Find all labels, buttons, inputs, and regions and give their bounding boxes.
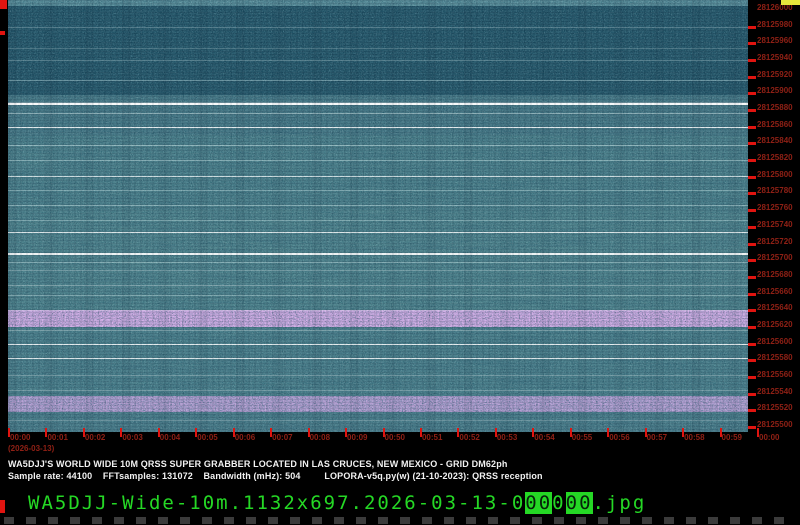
station-info-line2: Sample rate: 44100 FFTsamples: 131072 Ba… — [8, 471, 543, 481]
filename-digit: 0 — [552, 492, 566, 514]
time-tick-label: 00:01 — [47, 433, 68, 442]
filename-digit: 0 — [579, 492, 593, 514]
footer-block — [4, 517, 14, 524]
edge-marker-left — [0, 31, 5, 35]
footer-block — [554, 517, 564, 524]
corner-marker-bottom-left — [0, 500, 5, 513]
time-tick-label: 00:59 — [721, 433, 743, 442]
footer-block — [752, 517, 762, 524]
filename-digit: 0 — [538, 492, 553, 514]
station-info-line1: WA5DJJ'S WORLD WIDE 10M QRSS SUPER GRABB… — [8, 459, 508, 469]
time-tick-label: 00:07 — [272, 433, 293, 442]
footer-block — [422, 517, 432, 524]
footer-block — [466, 517, 476, 524]
footer-block — [70, 517, 80, 524]
footer-block — [224, 517, 234, 524]
grabber-image: 28126000 28125980 28125960 28125940 28125920… — [0, 0, 800, 525]
footer-block — [180, 517, 190, 524]
footer-block — [488, 517, 498, 524]
corner-marker-top-left — [0, 0, 7, 9]
footer-block — [48, 517, 58, 524]
time-tick-label: 00:00 — [759, 433, 780, 442]
footer-block — [510, 517, 520, 524]
footer-block — [708, 517, 718, 524]
time-tick-label: 00:55 — [571, 433, 593, 442]
footer-block — [334, 517, 344, 524]
footer-block — [378, 517, 388, 524]
time-axis: 00:00 00:01 00:02 00:03 00:04 00:05 00:06 00:07… — [0, 0, 800, 460]
footer-block — [290, 517, 300, 524]
time-tick-label: 00:57 — [646, 433, 668, 442]
filename-digit: 0 — [525, 492, 539, 514]
footer-block — [136, 517, 146, 524]
time-tick-label: 00:53 — [496, 433, 518, 442]
footer-block — [444, 517, 454, 524]
filename-suffix: .jpg — [592, 492, 647, 514]
time-tick-label: 00:08 — [309, 433, 331, 442]
time-tick-label: 00:51 — [421, 433, 443, 442]
time-tick-label: 00:09 — [347, 433, 368, 442]
footer-block — [686, 517, 696, 524]
footer-block — [664, 517, 674, 524]
time-tick-label: 00:03 — [122, 433, 143, 442]
footer-block — [114, 517, 124, 524]
footer-block — [26, 517, 36, 524]
time-tick-label: 00:04 — [159, 433, 181, 442]
footer-block — [576, 517, 586, 524]
filename-prefix: WA5DJJ-Wide-10m.1132x697.2026-03-13- — [28, 492, 512, 514]
footer-block — [532, 517, 542, 524]
time-tick-label: 00:06 — [234, 433, 256, 442]
time-tick-label: 00:02 — [84, 433, 106, 442]
filename-timestamp-digits: 000000 — [512, 492, 593, 514]
footer-block — [642, 517, 652, 524]
footer-block — [202, 517, 212, 524]
time-tick-label: 00:00 — [10, 433, 31, 442]
filename-digit: 0 — [565, 492, 580, 514]
footer-block — [246, 517, 256, 524]
filename-text: WA5DJJ-Wide-10m.1132x697.2026-03-13-0000… — [28, 492, 646, 514]
footer-block — [158, 517, 168, 524]
time-tick-label: 00:50 — [384, 433, 405, 442]
footer-block — [730, 517, 740, 524]
time-tick-label: 00:56 — [609, 433, 630, 442]
footer-block — [356, 517, 366, 524]
footer-block — [598, 517, 608, 524]
footer-block — [268, 517, 278, 524]
time-tick-label: 00:54 — [534, 433, 555, 442]
time-tick-label: 00:05 — [197, 433, 218, 442]
time-tick-label: 00:52 — [459, 433, 480, 442]
filename-digit: 0 — [511, 492, 526, 514]
footer-block — [92, 517, 102, 524]
footer-block-strip — [0, 517, 800, 525]
footer-block — [620, 517, 630, 524]
footer-block — [400, 517, 410, 524]
footer-block — [774, 517, 784, 524]
time-tick-label: 00:58 — [684, 433, 705, 442]
date-label: (2026-03-13) — [8, 444, 55, 453]
corner-marker-top-right — [781, 0, 800, 5]
footer-block — [312, 517, 322, 524]
